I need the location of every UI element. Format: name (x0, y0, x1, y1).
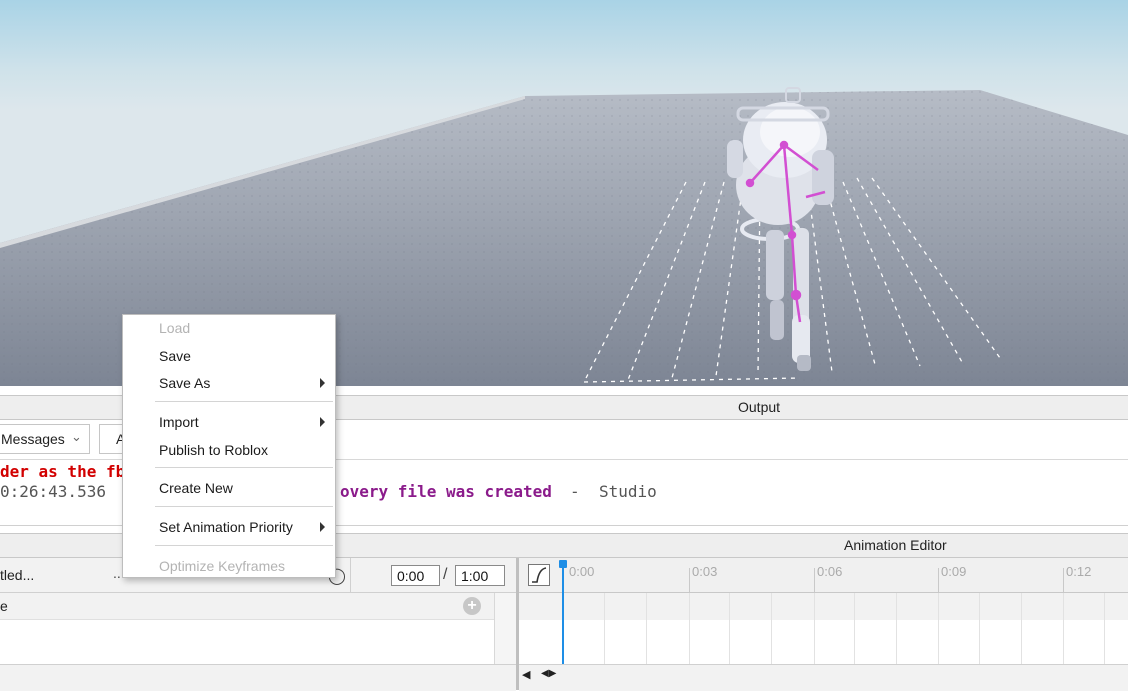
file-context-menu: Load Save Save As Import Publish to Robl… (122, 314, 336, 578)
menu-item-load: Load (159, 320, 191, 336)
major-tick (689, 568, 690, 592)
track-list-footer (0, 664, 516, 691)
add-track-icon[interactable]: + (463, 597, 481, 615)
grid-line (979, 593, 980, 664)
log-timestamp: 0:26:43.536 (0, 482, 106, 501)
submenu-arrow-icon (320, 378, 325, 388)
tick-label-0: 0:00 (569, 564, 595, 579)
grid-line (938, 593, 939, 664)
grid-line (689, 593, 690, 664)
menu-item-save-as[interactable]: Save As (159, 375, 329, 391)
grid-line (814, 593, 815, 664)
grid-line (771, 593, 772, 664)
menu-separator (155, 545, 333, 546)
animation-editor-title: Animation Editor (844, 537, 947, 553)
log-source: Studio (599, 482, 657, 501)
menu-item-save[interactable]: Save (159, 348, 191, 364)
submenu-arrow-icon (320, 522, 325, 532)
menu-separator (155, 401, 333, 402)
tick-label-3: 0:09 (941, 564, 967, 579)
log-error-line: der as the fb (0, 462, 126, 481)
current-time-input[interactable]: 0:00 (391, 565, 440, 586)
playhead-scrubber[interactable] (562, 561, 564, 665)
grid-line (896, 593, 897, 664)
grid-line (646, 593, 647, 664)
menu-item-optimize-keyframes: Optimize Keyframes (159, 558, 286, 574)
timeline-track-row[interactable] (519, 593, 1128, 620)
menu-item-import[interactable]: Import (159, 414, 199, 430)
track-list-empty (0, 620, 494, 664)
chevron-down-icon: ⌄ (71, 429, 82, 444)
grid-line (1104, 593, 1105, 664)
tick-label-1: 0:03 (692, 564, 718, 579)
menu-item-save-as-label: Save As (159, 375, 211, 391)
curve-editor-icon[interactable] (528, 564, 550, 586)
submenu-arrow-icon (320, 417, 325, 427)
major-tick (814, 568, 815, 592)
message-filter-value: Messages (1, 431, 65, 447)
curve-icon-graphic (532, 567, 547, 583)
message-filter-dropdown[interactable]: Messages ⌄ (0, 424, 90, 454)
scroll-left-icon[interactable]: ◀ (522, 668, 532, 682)
time-separator: / (443, 566, 448, 583)
grid-line (1021, 593, 1022, 664)
menu-item-create-new[interactable]: Create New (159, 480, 233, 496)
output-title: Output (738, 399, 781, 415)
grid-line (854, 593, 855, 664)
toolbar-divider (350, 558, 351, 592)
timeline-footer (519, 664, 1128, 691)
rig-name-label: tled... (0, 567, 35, 583)
timeline-body[interactable] (519, 620, 1128, 664)
track-row[interactable]: e + (0, 593, 494, 620)
menu-item-set-priority[interactable]: Set Animation Priority (159, 519, 293, 535)
log-separator: - (570, 482, 580, 501)
log-recovery-message: overy file was created (340, 482, 552, 501)
grid-line (604, 593, 605, 664)
menu-item-publish[interactable]: Publish to Roblox (159, 442, 268, 458)
track-label: e (0, 598, 8, 614)
tick-label-4: 0:12 (1066, 564, 1092, 579)
track-list-scrollbar[interactable] (494, 593, 517, 664)
major-tick (1063, 568, 1064, 592)
grid-line (1063, 593, 1064, 664)
zoom-timeline-icon[interactable]: ◀▶ (541, 668, 561, 682)
end-time-input[interactable]: 1:00 (455, 565, 505, 586)
menu-separator (155, 467, 333, 468)
major-tick (938, 568, 939, 592)
grid-line (729, 593, 730, 664)
playhead-handle[interactable] (559, 560, 567, 568)
menu-separator (155, 506, 333, 507)
tick-label-2: 0:06 (817, 564, 843, 579)
